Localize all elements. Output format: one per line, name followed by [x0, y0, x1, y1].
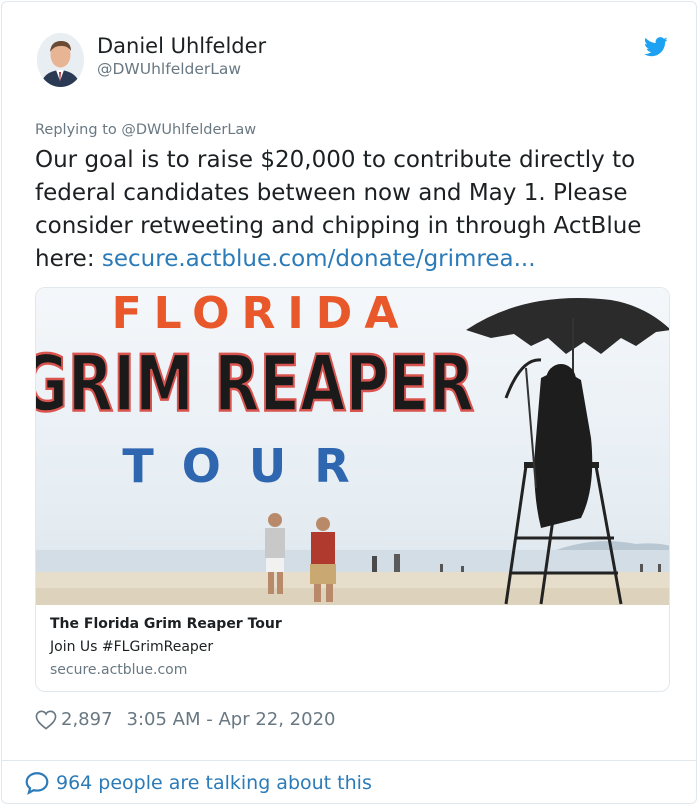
timestamp[interactable]: 3:05 AM - Apr 22, 2020 — [127, 709, 336, 730]
image-title-florida: FLORIDA — [112, 288, 411, 339]
like-count[interactable]: 2,897 — [61, 709, 113, 730]
replying-to[interactable]: Replying to @DWUhlfelderLaw — [35, 122, 256, 138]
author-handle[interactable]: @DWUhlfelderLaw — [97, 60, 241, 78]
card-title: The Florida Grim Reaper Tour — [50, 616, 282, 632]
divider — [2, 760, 696, 761]
tweet-embed: Daniel Uhlfelder @DWUhlfelderLaw Replyin… — [1, 1, 697, 804]
image-title-tour: T O U R — [122, 439, 355, 493]
talking-about-link[interactable]: 964 people are talking about this — [24, 770, 372, 796]
speech-bubble-icon — [25, 772, 49, 795]
link-preview-card[interactable]: FLORIDA GRIM REAPER T O U R The Florida … — [35, 287, 670, 692]
image-title-grim-reaper: GRIM REAPER — [36, 340, 474, 430]
tweet-text: Our goal is to raise $20,000 to contribu… — [35, 144, 685, 276]
card-description: Join Us #FLGrimReaper — [50, 639, 214, 655]
author-name[interactable]: Daniel Uhlfelder — [97, 34, 266, 58]
card-image: FLORIDA GRIM REAPER T O U R — [36, 288, 669, 605]
tweet-meta: 2,897 3:05 AM - Apr 22, 2020 — [35, 709, 335, 730]
avatar[interactable] — [37, 33, 84, 87]
card-domain: secure.actblue.com — [50, 662, 188, 678]
talking-count[interactable]: 964 people are talking about this — [56, 772, 372, 794]
twitter-bird-icon[interactable] — [644, 36, 668, 58]
heart-icon[interactable] — [35, 710, 57, 730]
tweet-link[interactable]: secure.actblue.com/donate/grimrea... — [102, 246, 536, 272]
